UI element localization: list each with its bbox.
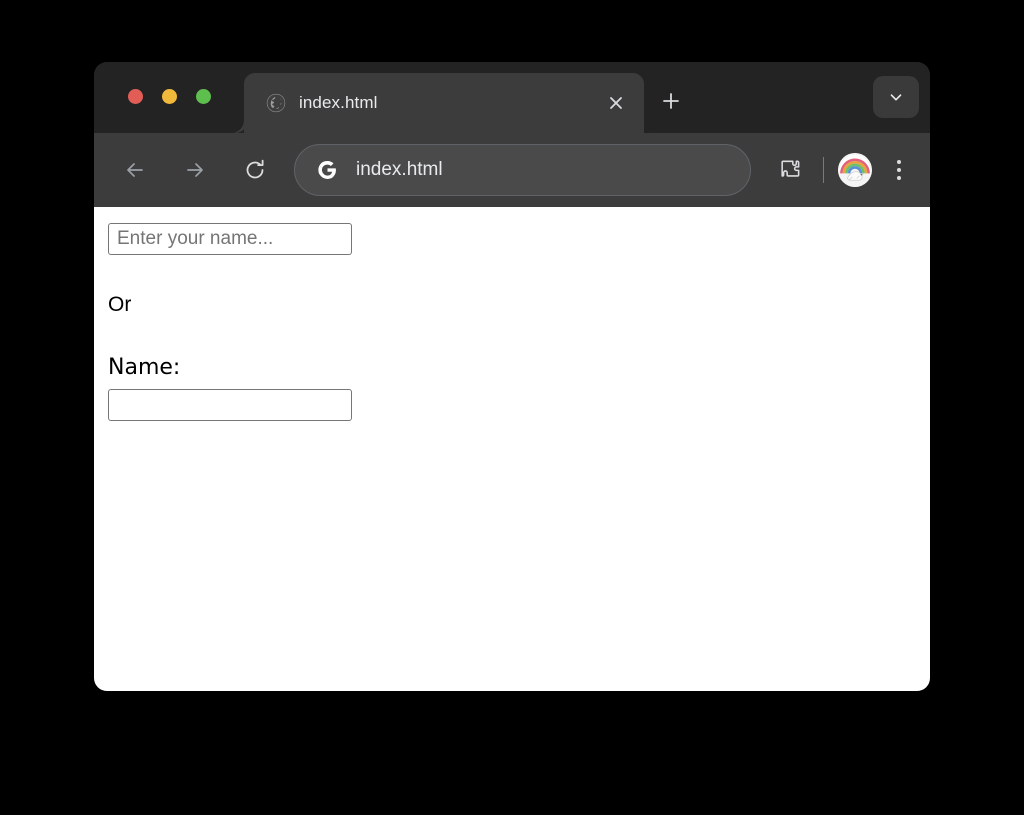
name-input[interactable] xyxy=(108,389,352,421)
page-viewport: Or Name: xyxy=(94,207,930,691)
back-button[interactable] xyxy=(116,151,154,189)
minimize-window-button[interactable] xyxy=(162,89,177,104)
reload-icon xyxy=(246,159,264,179)
tab-strip: index.html xyxy=(94,62,930,133)
name-placeholder-input[interactable] xyxy=(108,223,352,255)
toolbar-divider xyxy=(823,157,824,183)
chevron-down-icon xyxy=(890,94,902,101)
extensions-button[interactable] xyxy=(771,151,809,189)
arrow-left-icon xyxy=(127,163,143,177)
reload-button[interactable] xyxy=(236,151,274,189)
menu-dot xyxy=(897,160,901,164)
address-bar[interactable]: index.html xyxy=(294,144,751,196)
maximize-window-button[interactable] xyxy=(196,89,211,104)
or-text: Or xyxy=(108,293,132,316)
menu-dot xyxy=(897,176,901,180)
arrow-right-icon xyxy=(187,163,203,177)
name-input-wrapper xyxy=(108,389,930,421)
tab-list-button[interactable] xyxy=(873,76,919,118)
close-window-button[interactable] xyxy=(128,89,143,104)
puzzle-piece-icon xyxy=(780,160,799,177)
tab-corner-left xyxy=(231,120,244,133)
new-tab-button[interactable] xyxy=(654,84,688,118)
window-controls xyxy=(128,89,211,104)
browser-window: index.html index.html Enter your name...… xyxy=(94,62,930,691)
name-label: Name: xyxy=(108,355,181,380)
close-icon[interactable] xyxy=(601,88,631,118)
plus-icon xyxy=(663,93,679,109)
tab-corner-right xyxy=(644,120,657,133)
tab-title: index.html xyxy=(299,93,378,112)
tab-index-html[interactable]: index.html xyxy=(231,73,657,133)
globe-icon xyxy=(266,93,286,113)
google-g-icon xyxy=(318,160,336,180)
browser-menu-button[interactable] xyxy=(882,151,916,189)
navigation-toolbar: index.html xyxy=(94,133,930,207)
avatar[interactable] xyxy=(838,153,872,187)
menu-dot xyxy=(897,168,901,172)
forward-button[interactable] xyxy=(176,151,214,189)
page-content: Or Name: xyxy=(94,207,930,421)
address-text: index.html xyxy=(356,159,443,180)
